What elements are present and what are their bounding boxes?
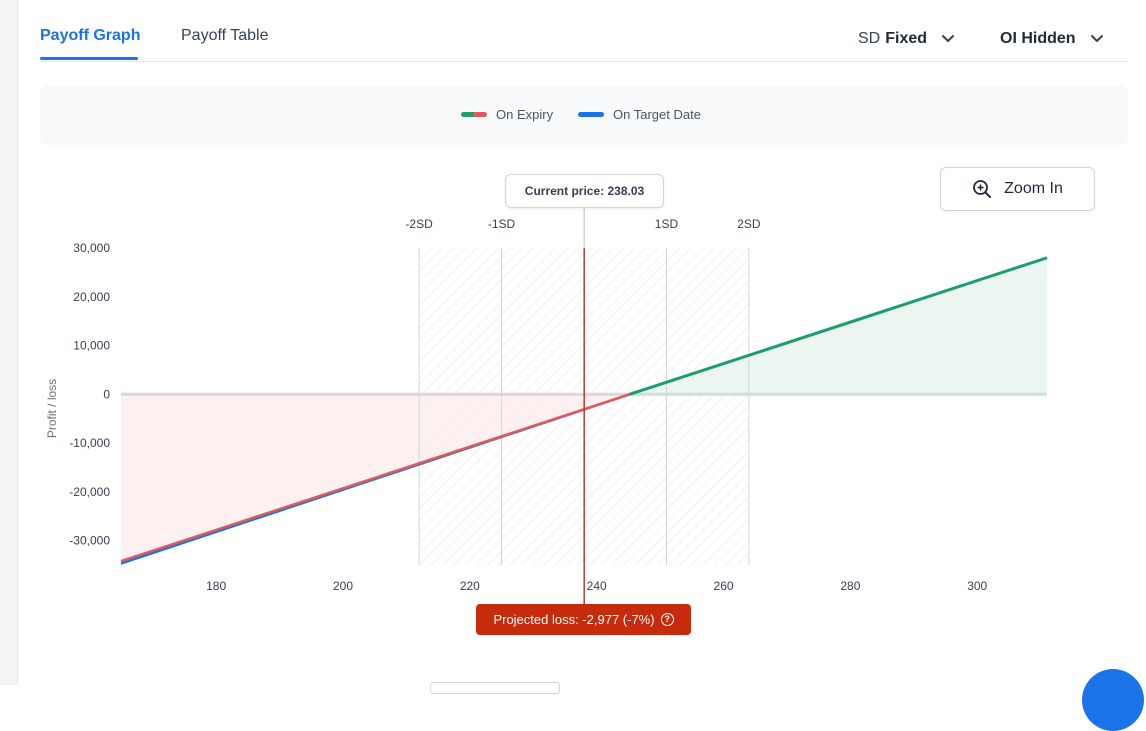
x-tick-label: 240 <box>587 579 607 593</box>
current-price-label: Current price: 238.03 <box>505 174 664 208</box>
y-tick-label: 20,000 <box>73 290 110 304</box>
x-tick-label: 280 <box>840 579 860 593</box>
sd-label-0: -2SD <box>405 217 433 231</box>
y-tick-label: -30,000 <box>69 534 110 548</box>
y-tick-label: -20,000 <box>69 485 110 499</box>
y-tick-label: -10,000 <box>69 436 110 450</box>
x-tick-label: 300 <box>967 579 987 593</box>
projected-loss-badge[interactable]: Projected loss: -2,977 (-7%) ? <box>476 604 691 635</box>
bottom-control[interactable] <box>430 682 560 694</box>
sd-label-1: -1SD <box>488 217 516 231</box>
floating-action-button[interactable] <box>1082 669 1144 731</box>
x-tick-label: 260 <box>714 579 734 593</box>
y-axis-title: Profit / loss <box>45 379 59 438</box>
y-tick-label: 0 <box>103 387 110 401</box>
payoff-chart: -2SD -1SD 1SD 2SD 30,000 20,000 10,000 0 -10,000… <box>45 206 1048 604</box>
sd-label-3: 2SD <box>737 217 761 231</box>
y-tick-label: 30,000 <box>73 241 110 255</box>
projected-loss-text: Projected loss: -2,977 (-7%) <box>493 612 655 627</box>
x-tick-label: 200 <box>333 579 353 593</box>
sd-label-2: 1SD <box>655 217 679 231</box>
x-tick-label: 220 <box>460 579 480 593</box>
y-tick-label: 10,000 <box>73 339 110 353</box>
x-tick-label: 180 <box>206 579 226 593</box>
help-icon[interactable]: ? <box>660 613 674 626</box>
